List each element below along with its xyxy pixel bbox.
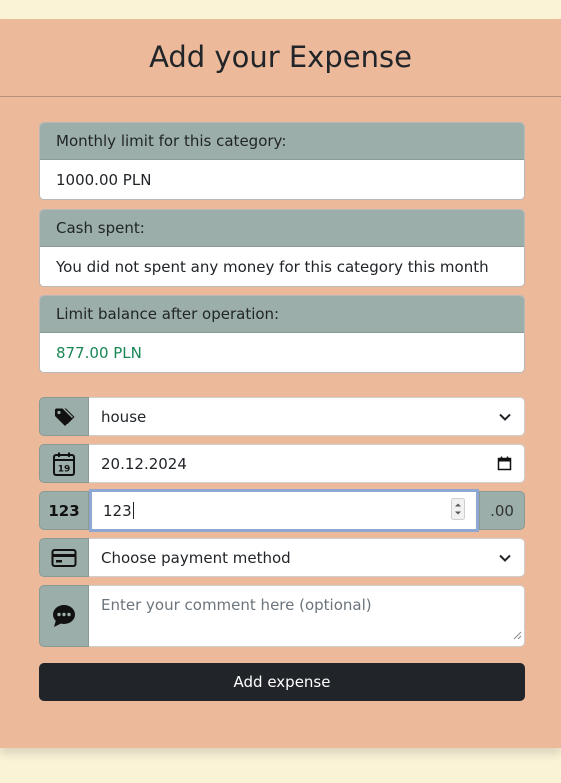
credit-card-icon [39, 538, 89, 577]
comment-textarea[interactable]: Enter your comment here (optional) [89, 585, 525, 647]
tag-icon [39, 397, 89, 436]
date-input[interactable]: 20.12.2024 [89, 444, 525, 483]
calendar-icon-day: 19 [58, 464, 71, 474]
category-select[interactable]: house [89, 397, 525, 436]
comment-placeholder: Enter your comment here (optional) [101, 596, 372, 614]
date-row: 19 20.12.2024 [39, 444, 525, 483]
date-value: 20.12.2024 [101, 454, 187, 473]
limit-balance-value: 877.00 PLN [40, 333, 524, 372]
page-title: Add your Expense [0, 19, 561, 97]
monthly-limit-label: Monthly limit for this category: [40, 123, 524, 160]
amount-value: 123 [103, 501, 132, 520]
calendar-icon: 19 [39, 444, 89, 483]
cash-spent-value: You did not spent any money for this cat… [40, 247, 524, 286]
amount-suffix: .00 [479, 491, 525, 530]
limit-balance-panel: Limit balance after operation: 877.00 PL… [39, 295, 525, 373]
cash-spent-panel: Cash spent: You did not spent any money … [39, 209, 525, 287]
comment-row: Enter your comment here (optional) [39, 585, 525, 647]
payment-select[interactable]: Choose payment method [89, 538, 525, 577]
category-value: house [101, 407, 147, 426]
monthly-limit-panel: Monthly limit for this category: 1000.00… [39, 122, 525, 200]
limit-balance-label: Limit balance after operation: [40, 296, 524, 333]
amount-prefix: 123 [39, 491, 89, 530]
category-row: house [39, 397, 525, 436]
payment-value: Choose payment method [101, 548, 291, 567]
resize-handle-icon[interactable] [513, 626, 522, 644]
payment-row: Choose payment method [39, 538, 525, 577]
number-spinner[interactable] [451, 497, 465, 524]
amount-input[interactable]: 123 [89, 489, 479, 532]
date-picker-icon[interactable] [497, 456, 512, 471]
chevron-down-icon [498, 551, 512, 565]
chat-icon [39, 585, 89, 647]
monthly-limit-value: 1000.00 PLN [40, 160, 524, 199]
chevron-down-icon [498, 410, 512, 424]
amount-row: 123 123 .00 [39, 489, 525, 532]
add-expense-button[interactable]: Add expense [39, 663, 525, 701]
cash-spent-label: Cash spent: [40, 210, 524, 247]
